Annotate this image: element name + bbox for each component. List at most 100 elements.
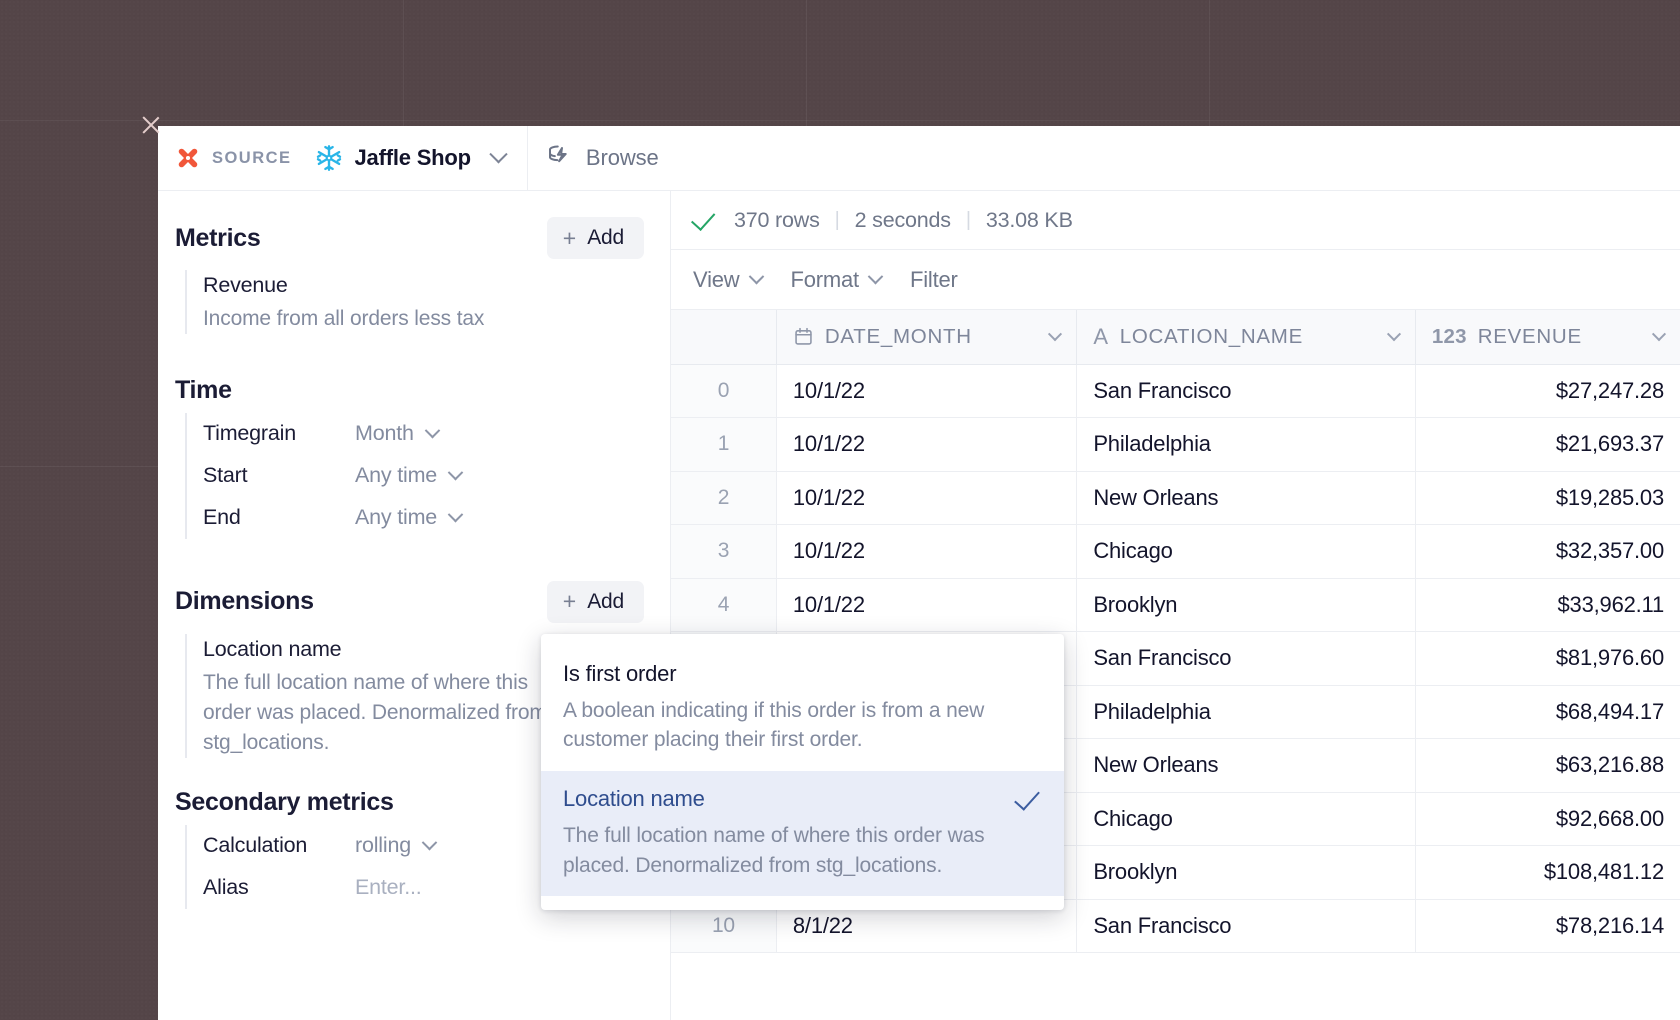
format-menu[interactable]: Format	[791, 267, 881, 293]
col-revenue[interactable]: 123 REVENUE	[1415, 310, 1680, 364]
cell-date-month[interactable]: 10/1/22	[776, 364, 1076, 418]
cell-location-name[interactable]: New Orleans	[1077, 471, 1416, 525]
add-metric-button[interactable]: + Add	[547, 217, 644, 259]
calculation-select[interactable]: rolling	[355, 833, 435, 858]
start-select[interactable]: Any time	[355, 463, 461, 488]
cell-revenue[interactable]: $27,247.28	[1415, 364, 1680, 418]
chevron-down-icon[interactable]	[1387, 327, 1401, 341]
cell-location-name[interactable]: Philadelphia	[1077, 685, 1416, 739]
cell-location-name[interactable]: Chicago	[1077, 792, 1416, 846]
row-index: 1	[671, 418, 776, 472]
status-separator: |	[966, 209, 971, 232]
time-rows: Timegrain Month Start Any time	[185, 413, 644, 539]
cell-location-name[interactable]: Chicago	[1077, 525, 1416, 579]
cell-revenue[interactable]: $108,481.12	[1415, 846, 1680, 900]
view-menu[interactable]: View	[693, 267, 762, 293]
time-row-end: End Any time	[203, 497, 644, 539]
cell-location-name[interactable]: San Francisco	[1077, 364, 1416, 418]
chevron-down-icon[interactable]	[1652, 327, 1666, 341]
cell-location-name[interactable]: Brooklyn	[1077, 578, 1416, 632]
dimension-description: The full location name of where this ord…	[203, 668, 573, 757]
backdrop-gridline-h	[0, 120, 1680, 121]
table-row[interactable]: 210/1/22New Orleans$19,285.03	[671, 471, 1680, 525]
query-status-bar: 370 rows | 2 seconds | 33.08 KB	[671, 191, 1680, 250]
end-select[interactable]: Any time	[355, 505, 461, 530]
col-location-name[interactable]: A LOCATION_NAME	[1077, 310, 1416, 364]
number-123-icon: 123	[1432, 325, 1467, 349]
database-lightning-icon	[545, 143, 575, 173]
close-icon[interactable]	[137, 112, 163, 138]
cell-revenue[interactable]: $21,693.37	[1415, 418, 1680, 472]
cell-revenue[interactable]: $68,494.17	[1415, 685, 1680, 739]
filter-menu[interactable]: Filter	[910, 267, 958, 293]
row-index: 4	[671, 578, 776, 632]
add-dimension-label: Add	[587, 590, 624, 614]
results-toolbar: View Format Filter	[671, 250, 1680, 310]
check-icon	[691, 205, 715, 230]
status-separator: |	[835, 209, 840, 232]
dropdown-option-is-first-order[interactable]: Is first order A boolean indicating if t…	[541, 646, 1064, 771]
modal-tabbar: SOURCE	[158, 126, 1680, 191]
cell-date-month[interactable]: 10/1/22	[776, 578, 1076, 632]
timegrain-label: Timegrain	[203, 421, 355, 446]
cell-location-name[interactable]: Philadelphia	[1077, 418, 1416, 472]
cell-location-name[interactable]: San Francisco	[1077, 632, 1416, 686]
cell-date-month[interactable]: 10/1/22	[776, 471, 1076, 525]
alias-input[interactable]: Enter...	[355, 875, 422, 900]
metric-name: Revenue	[203, 270, 644, 301]
add-metric-label: Add	[587, 226, 624, 250]
status-duration: 2 seconds	[855, 208, 951, 233]
start-value: Any time	[355, 463, 437, 488]
cell-revenue[interactable]: $63,216.88	[1415, 739, 1680, 793]
cell-location-name[interactable]: Brooklyn	[1077, 846, 1416, 900]
row-index: 3	[671, 525, 776, 579]
metric-item[interactable]: Revenue Income from all orders less tax	[185, 270, 644, 334]
chevron-down-icon[interactable]	[1048, 327, 1062, 341]
cell-location-name[interactable]: New Orleans	[1077, 739, 1416, 793]
filter-label: Filter	[910, 267, 958, 293]
status-rows: 370 rows	[734, 208, 820, 233]
source-name: Jaffle Shop	[355, 145, 471, 171]
cell-revenue[interactable]: $92,668.00	[1415, 792, 1680, 846]
timegrain-value: Month	[355, 421, 414, 446]
row-index: 0	[671, 364, 776, 418]
dimensions-header: Dimensions + Add	[175, 581, 644, 623]
tab-browse[interactable]: Browse	[528, 126, 689, 190]
table-row[interactable]: 110/1/22Philadelphia$21,693.37	[671, 418, 1680, 472]
chevron-down-icon[interactable]	[489, 145, 507, 163]
tab-source[interactable]: SOURCE	[158, 126, 528, 190]
source-label: SOURCE	[212, 149, 292, 168]
status-size: 33.08 KB	[986, 208, 1073, 233]
cell-revenue[interactable]: $78,216.14	[1415, 899, 1680, 953]
spacer	[158, 539, 670, 581]
col-date-month[interactable]: DATE_MONTH	[776, 310, 1076, 364]
cell-revenue[interactable]: $81,976.60	[1415, 632, 1680, 686]
calendar-icon	[793, 326, 814, 347]
text-A-icon: A	[1093, 326, 1108, 348]
calculation-value: rolling	[355, 833, 411, 858]
dropdown-option-location-name[interactable]: Location name The full location name of …	[541, 771, 1064, 896]
cell-revenue[interactable]: $19,285.03	[1415, 471, 1680, 525]
time-title: Time	[175, 376, 232, 405]
dropdown-option-description: The full location name of where this ord…	[563, 821, 1042, 881]
chevron-down-icon	[868, 269, 884, 285]
cell-revenue[interactable]: $33,962.11	[1415, 578, 1680, 632]
query-builder-modal: SOURCE	[158, 126, 1680, 1020]
cell-date-month[interactable]: 10/1/22	[776, 418, 1076, 472]
cell-revenue[interactable]: $32,357.00	[1415, 525, 1680, 579]
table-row[interactable]: 310/1/22Chicago$32,357.00	[671, 525, 1680, 579]
chevron-down-icon	[422, 835, 438, 851]
cell-date-month[interactable]: 10/1/22	[776, 525, 1076, 579]
table-row[interactable]: 010/1/22San Francisco$27,247.28	[671, 364, 1680, 418]
alias-label: Alias	[203, 875, 355, 900]
add-dimension-button[interactable]: + Add	[547, 581, 644, 623]
metric-description: Income from all orders less tax	[203, 304, 644, 334]
table-head: DATE_MONTH A LOCATION_NAME	[671, 310, 1680, 364]
time-row-start: Start Any time	[203, 455, 644, 497]
dropdown-option-description: A boolean indicating if this order is fr…	[563, 696, 1042, 756]
alias-placeholder: Enter...	[355, 875, 422, 900]
dimension-picker-dropdown: Is first order A boolean indicating if t…	[541, 634, 1064, 910]
table-row[interactable]: 410/1/22Brooklyn$33,962.11	[671, 578, 1680, 632]
cell-location-name[interactable]: San Francisco	[1077, 899, 1416, 953]
timegrain-select[interactable]: Month	[355, 421, 438, 446]
